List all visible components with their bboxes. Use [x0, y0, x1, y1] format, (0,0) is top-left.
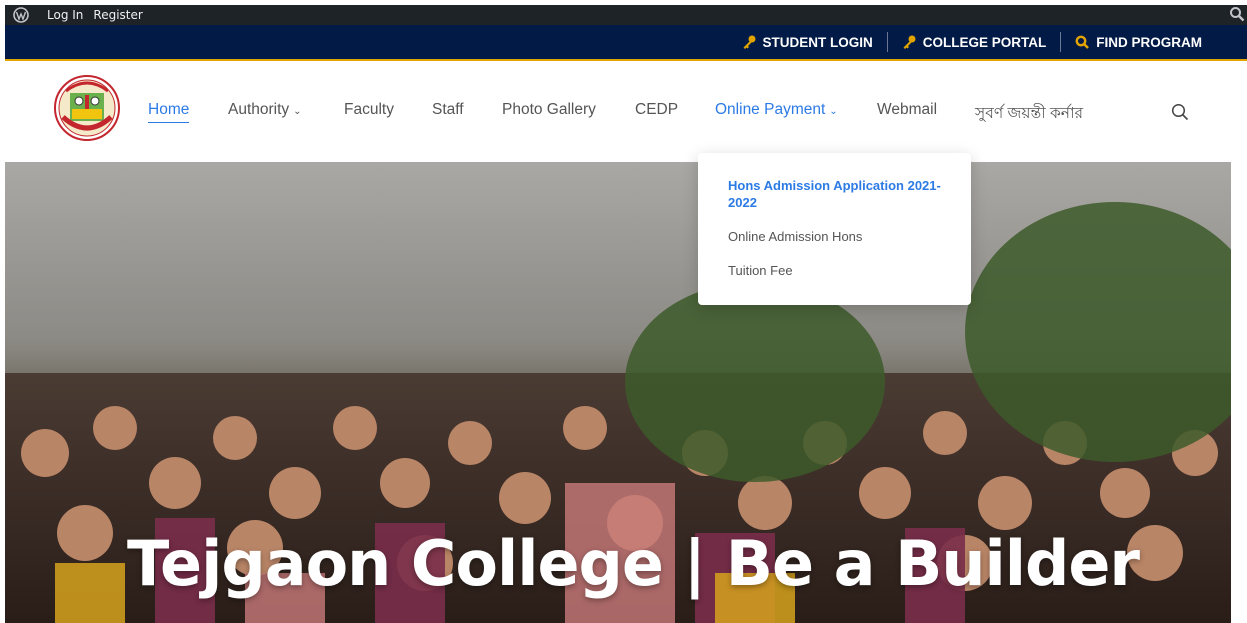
nav-authority-label: Authority: [228, 101, 290, 118]
key-icon: [743, 35, 755, 49]
key-icon: [903, 35, 916, 49]
primary-menu: Home Authority ⌄ Faculty Staff Photo Gall…: [5, 61, 1247, 162]
wordpress-icon[interactable]: [11, 5, 31, 25]
hero-title: Tejgaon College | Be a Builder: [126, 527, 1140, 600]
nav-online-payment[interactable]: Online Payment ⌄: [715, 101, 838, 119]
search-icon[interactable]: [1171, 103, 1189, 126]
dropdown-item-tuition-fee[interactable]: Tuition Fee: [728, 262, 941, 279]
chevron-down-icon: ⌄: [293, 106, 302, 117]
hero-banner: Tejgaon College | Be a Builder: [5, 162, 1231, 623]
hero-photo-tree: [625, 282, 885, 482]
admin-register-link[interactable]: Register: [93, 8, 142, 22]
divider: [886, 32, 888, 52]
dropdown-item-online-admission-hons[interactable]: Online Admission Hons: [728, 228, 941, 245]
find-program-link[interactable]: FIND PROGRAM: [1075, 35, 1202, 50]
find-program-label: FIND PROGRAM: [1096, 34, 1202, 50]
admin-login-link[interactable]: Log In: [47, 8, 83, 22]
nav-online-payment-label: Online Payment: [715, 101, 826, 118]
nav-golden-jubilee-corner[interactable]: সুবর্ণ জয়ন্তী কর্নার: [975, 101, 1083, 127]
nav-home[interactable]: Home: [148, 101, 190, 123]
nav-cedp[interactable]: CEDP: [635, 101, 678, 119]
student-login-label: STUDENT LOGIN: [762, 34, 873, 50]
divider: [1060, 32, 1062, 52]
nav-faculty[interactable]: Faculty: [344, 101, 394, 119]
search-icon: [1075, 35, 1090, 49]
college-portal-link[interactable]: COLLEGE PORTAL: [902, 34, 1047, 50]
main-navbar: Home Authority ⌄ Faculty Staff Photo Gall…: [5, 61, 1247, 162]
admin-bar: Log In Register: [5, 5, 1247, 25]
college-portal-label: COLLEGE PORTAL: [922, 34, 1047, 50]
student-login-link[interactable]: STUDENT LOGIN: [742, 35, 873, 50]
chevron-down-icon: ⌄: [829, 106, 838, 117]
search-icon[interactable]: [1229, 6, 1245, 27]
nav-staff[interactable]: Staff: [432, 101, 464, 119]
nav-authority[interactable]: Authority ⌄: [228, 101, 302, 119]
nav-webmail[interactable]: Webmail: [877, 101, 937, 119]
nav-photo-gallery[interactable]: Photo Gallery: [502, 101, 596, 119]
dropdown-item-hons-admission-application[interactable]: Hons Admission Application 2021-2022: [728, 177, 941, 211]
top-utility-bar: STUDENT LOGIN COLLEGE PORTAL FIND PROGRA…: [5, 25, 1247, 61]
online-payment-dropdown: Hons Admission Application 2021-2022 Onl…: [698, 153, 971, 305]
